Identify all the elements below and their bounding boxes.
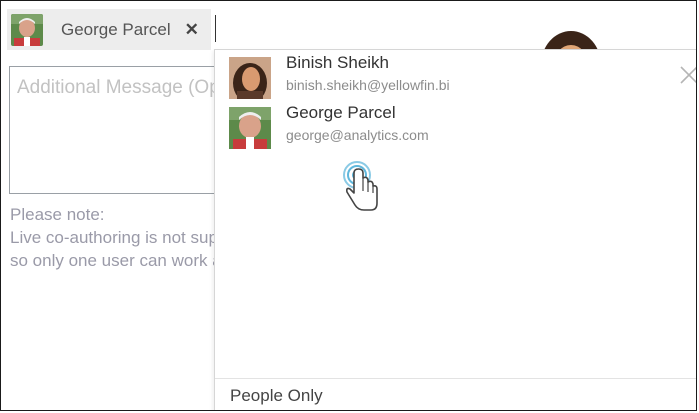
- remove-recipient-icon[interactable]: ✕: [185, 20, 199, 40]
- recipient-chip: George Parcel ✕: [7, 9, 211, 50]
- share-dialog: George Parcel ✕ Additional Message (Opti…: [0, 0, 697, 411]
- option-email: binish.sheikh@yellowfin.bi: [286, 77, 450, 93]
- recipient-chip-name: George Parcel: [61, 19, 171, 39]
- people-only-filter[interactable]: People Only: [215, 378, 696, 410]
- people-only-label: People Only: [230, 386, 323, 405]
- people-option-binish[interactable]: Binish Sheikh binish.sheikh@yellowfin.bi: [215, 50, 655, 100]
- additional-message-field[interactable]: Additional Message (Optional): [9, 66, 224, 194]
- george-avatar-icon: [11, 13, 43, 46]
- close-icon[interactable]: [678, 64, 697, 86]
- note-line: Live co-authoring is not supported,: [10, 228, 220, 247]
- note-line: Please note:: [10, 205, 105, 224]
- option-name: George Parcel: [286, 103, 396, 122]
- note-line: so only one user can work at a time.: [10, 251, 220, 270]
- people-option-george[interactable]: George Parcel george@analytics.com: [215, 100, 655, 150]
- option-email: george@analytics.com: [286, 127, 429, 143]
- co-authoring-note: Please note: Live co-authoring is not su…: [10, 203, 220, 272]
- message-placeholder: Additional Message (Optional): [17, 77, 223, 98]
- option-name: Binish Sheikh: [286, 53, 390, 72]
- george-avatar-icon: [229, 107, 271, 149]
- people-dropdown: Binish Sheikh binish.sheikh@yellowfin.bi…: [214, 49, 697, 410]
- text-caret: [215, 15, 216, 42]
- binish-avatar-icon: [229, 57, 271, 99]
